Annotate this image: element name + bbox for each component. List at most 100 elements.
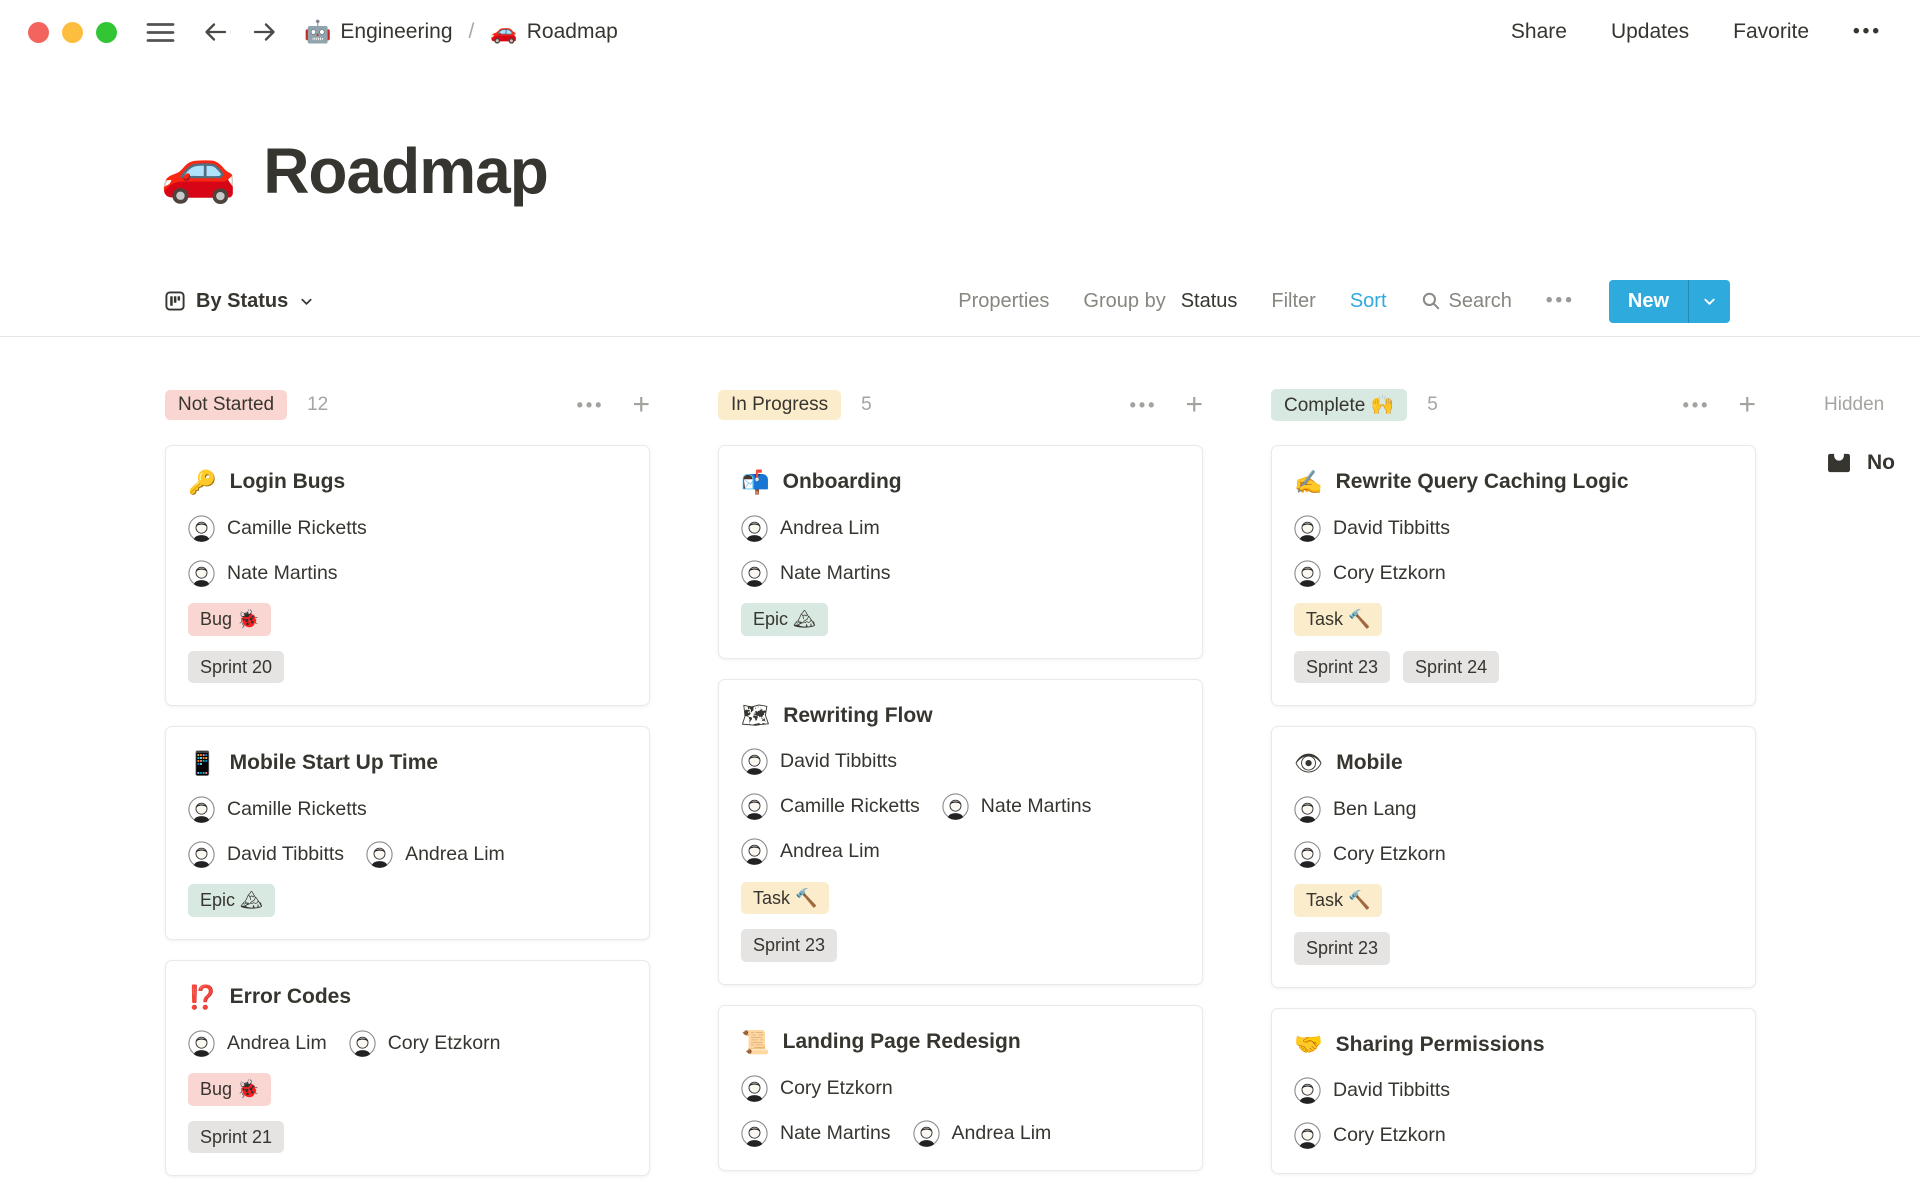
key-icon: 🔑 bbox=[188, 468, 217, 495]
forward-arrow-icon[interactable] bbox=[251, 20, 278, 44]
zoom-window-button[interactable] bbox=[96, 21, 117, 43]
column-status-badge[interactable]: Complete 🙌 bbox=[1271, 389, 1408, 421]
share-button[interactable]: Share bbox=[1511, 20, 1567, 44]
card-error-codes[interactable]: ⁉️ Error Codes Andrea Lim Cory Etzkorn B… bbox=[165, 960, 650, 1177]
scroll-icon: 📜 bbox=[741, 1028, 770, 1055]
column-header: Complete 🙌 5 ••• + bbox=[1271, 385, 1756, 425]
tag-sprint: Sprint 21 bbox=[188, 1120, 285, 1154]
world-map-icon: 🗺 bbox=[741, 702, 771, 729]
tag-task: Task 🔨 bbox=[1294, 884, 1383, 918]
group-by-button[interactable]: Group by Status bbox=[1083, 290, 1237, 313]
column-add-card-icon[interactable]: + bbox=[1738, 390, 1756, 420]
card-rewriting-flow[interactable]: 🗺 Rewriting Flow David Tibbitts Camille … bbox=[718, 678, 1203, 986]
sidebar-menu-icon[interactable] bbox=[145, 21, 176, 44]
search-label: Search bbox=[1448, 289, 1512, 312]
column-add-card-icon[interactable]: + bbox=[1185, 390, 1203, 420]
person-name: Andrea Lim bbox=[405, 842, 505, 865]
handshake-icon: 🤝 bbox=[1294, 1031, 1323, 1058]
tag-epic: Epic 🏔 bbox=[741, 603, 828, 636]
column-status-badge[interactable]: In Progress bbox=[718, 390, 842, 420]
tag-sprint: Sprint 24 bbox=[1403, 650, 1500, 684]
view-more-options-icon[interactable]: ••• bbox=[1546, 290, 1575, 312]
tag-sprint: Sprint 23 bbox=[1294, 650, 1391, 684]
card-rewrite-query-caching-logic[interactable]: ✍️ Rewrite Query Caching Logic David Tib… bbox=[1271, 445, 1756, 707]
sort-button[interactable]: Sort bbox=[1350, 290, 1387, 313]
avatar bbox=[1294, 514, 1321, 542]
card-title: Onboarding bbox=[782, 470, 902, 493]
mailbox-icon: 📬 bbox=[741, 468, 770, 495]
avatar bbox=[741, 1119, 768, 1147]
page-title[interactable]: Roadmap bbox=[263, 134, 549, 208]
card-title: Rewrite Query Caching Logic bbox=[1335, 470, 1629, 493]
hidden-groups-label[interactable]: Hidden bbox=[1824, 385, 1920, 425]
avatar bbox=[741, 514, 768, 542]
avatar bbox=[366, 841, 393, 868]
view-switcher-label: By Status bbox=[196, 289, 289, 312]
person-name: David Tibbitts bbox=[1333, 516, 1451, 539]
breadcrumb-engineering[interactable]: 🤖 Engineering bbox=[304, 19, 453, 45]
new-button-chevron-icon[interactable] bbox=[1689, 280, 1730, 323]
updates-button[interactable]: Updates bbox=[1611, 20, 1689, 44]
card-login-bugs[interactable]: 🔑 Login Bugs Camille Ricketts Nate Marti… bbox=[165, 445, 650, 707]
back-arrow-icon[interactable] bbox=[202, 20, 229, 44]
avatar bbox=[188, 841, 215, 868]
avatar bbox=[188, 796, 215, 823]
favorite-button[interactable]: Favorite bbox=[1733, 20, 1809, 44]
column-more-icon[interactable]: ••• bbox=[577, 395, 605, 416]
column-header: In Progress 5 ••• + bbox=[718, 385, 1203, 425]
page-car-icon[interactable]: 🚗 bbox=[160, 140, 237, 202]
avatar bbox=[1294, 841, 1321, 868]
card-sharing-permissions[interactable]: 🤝 Sharing Permissions David Tibbitts Cor… bbox=[1271, 1007, 1756, 1174]
column-status-badge[interactable]: Not Started bbox=[165, 390, 288, 420]
minimize-window-button[interactable] bbox=[62, 21, 83, 43]
card-landing-page-redesign[interactable]: 📜 Landing Page Redesign Cory Etzkorn Nat… bbox=[718, 1005, 1203, 1172]
breadcrumb: 🤖 Engineering / 🚗 Roadmap bbox=[304, 19, 618, 45]
person-name: Cory Etzkorn bbox=[1333, 842, 1446, 865]
person-name: Nate Martins bbox=[980, 795, 1092, 818]
close-window-button[interactable] bbox=[28, 21, 49, 43]
person-name: Andrea Lim bbox=[951, 1121, 1052, 1144]
view-switcher[interactable]: By Status bbox=[165, 290, 314, 313]
column-complete: Complete 🙌 5 ••• + ✍️ Rewrite Query Cach… bbox=[1271, 385, 1756, 1174]
person-name: Camille Ricketts bbox=[780, 795, 920, 818]
group-by-value: Status bbox=[1180, 289, 1238, 312]
card-title: Landing Page Redesign bbox=[782, 1030, 1021, 1054]
chevron-down-icon bbox=[301, 298, 312, 305]
column-add-card-icon[interactable]: + bbox=[632, 390, 650, 420]
column-more-icon[interactable]: ••• bbox=[1130, 395, 1158, 416]
kanban-board: Not Started 12 ••• + 🔑 Login Bugs Camill… bbox=[0, 337, 1920, 1177]
person-name: Nate Martins bbox=[780, 561, 891, 584]
card-title: Error Codes bbox=[229, 985, 352, 1009]
box-icon bbox=[1828, 453, 1850, 473]
properties-button[interactable]: Properties bbox=[958, 290, 1049, 313]
person-name: Cory Etzkorn bbox=[1333, 1124, 1446, 1147]
column-more-icon[interactable]: ••• bbox=[1683, 395, 1711, 416]
card-mobile-start-up-time[interactable]: 📱 Mobile Start Up Time Camille Ricketts … bbox=[165, 726, 650, 941]
person-name: Andrea Lim bbox=[780, 516, 880, 539]
avatar bbox=[1294, 559, 1321, 587]
card-title: Login Bugs bbox=[229, 470, 346, 493]
more-options-icon[interactable]: ••• bbox=[1853, 21, 1882, 43]
search-button[interactable]: Search bbox=[1421, 290, 1512, 313]
tag-bug: Bug 🐞 bbox=[188, 1073, 272, 1106]
column-hidden-groups: Hidden No bbox=[1824, 385, 1920, 477]
person-name: David Tibbitts bbox=[780, 750, 898, 773]
new-button[interactable]: New bbox=[1608, 279, 1730, 323]
hidden-group-item[interactable]: No bbox=[1824, 449, 1920, 477]
breadcrumb-label: Engineering bbox=[340, 20, 453, 43]
filter-button[interactable]: Filter bbox=[1271, 290, 1315, 313]
writing-hand-icon: ✍️ bbox=[1294, 468, 1323, 495]
card-onboarding[interactable]: 📬 Onboarding Andrea Lim Nate Martins Epi… bbox=[718, 445, 1203, 659]
column-card-count: 5 bbox=[861, 394, 872, 415]
person-name: Camille Ricketts bbox=[227, 797, 367, 820]
person-name: Ben Lang bbox=[1333, 797, 1417, 820]
avatar bbox=[942, 793, 969, 821]
breadcrumb-roadmap[interactable]: 🚗 Roadmap bbox=[490, 19, 617, 45]
column-header: Not Started 12 ••• + bbox=[165, 385, 650, 425]
new-button-label: New bbox=[1627, 289, 1669, 312]
avatar bbox=[188, 559, 215, 587]
avatar bbox=[188, 514, 215, 542]
card-mobile[interactable]: 👁 Mobile Ben Lang Cory Etzkorn Task 🔨 Sp… bbox=[1271, 726, 1756, 988]
exclamation-question-icon: ⁉️ bbox=[188, 983, 217, 1010]
column-card-count: 5 bbox=[1427, 394, 1438, 415]
